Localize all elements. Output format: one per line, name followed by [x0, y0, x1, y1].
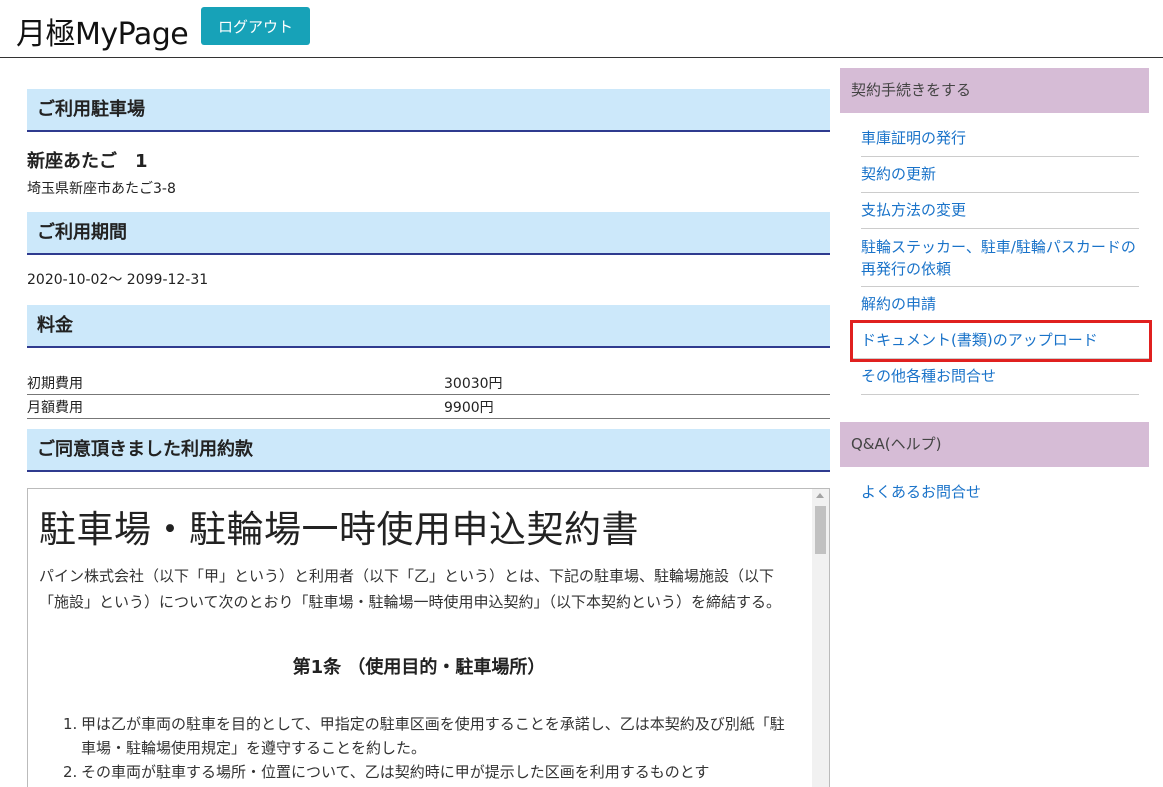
terms-scrollbar[interactable] [812, 488, 829, 787]
logout-button[interactable]: ログアウト [201, 7, 310, 45]
list-item-number: 2. [63, 762, 78, 781]
terms-section-heading: ご同意頂きました利用約款 [27, 428, 830, 472]
main-content: ご利用駐車場 新座あたご 1 埼玉県新座市あたご3-8 ご利用期間 2020-1… [27, 89, 830, 787]
contract-procedures-heading: 契約手続きをする [840, 68, 1149, 113]
terms-title: 駐車場・駐輪場一時使用申込契約書 [39, 507, 639, 551]
link-payment-change[interactable]: 支払方法の変更 [861, 193, 1139, 229]
fee-value: 30030円 [444, 370, 830, 395]
link-garage-certificate[interactable]: 車庫証明の発行 [861, 121, 1139, 157]
parking-section-heading: ご利用駐車場 [27, 89, 830, 132]
table-row: 初期費用 30030円 [27, 370, 830, 395]
terms-content: 駐車場・駐輪場一時使用申込契約書 パイン株式会社（以下「甲」という）と利用者（以… [39, 499, 799, 784]
fee-label: 初期費用 [27, 370, 444, 395]
link-cancellation[interactable]: 解約の申請 [861, 287, 1139, 323]
app-title: 月極MyPage [16, 17, 189, 52]
fee-value: 9900円 [444, 394, 830, 419]
page-header: 月極MyPage ログアウト [0, 0, 1163, 58]
fee-table: 初期費用 30030円 月額費用 9900円 [27, 370, 830, 419]
scroll-up-arrow-icon[interactable] [816, 492, 824, 498]
list-item: 1. 甲は乙が車両の駐車を目的として、甲指定の駐車区画を使用することを承諾し、乙… [63, 712, 799, 760]
fee-section-heading: 料金 [27, 305, 830, 348]
period-value: 2020-10-02〜 2099-12-31 [27, 272, 209, 288]
scrollbar-thumb[interactable] [815, 505, 826, 554]
list-item-number: 1. [63, 714, 78, 733]
table-row: 月額費用 9900円 [27, 394, 830, 419]
link-sticker-reissue[interactable]: 駐輪ステッカー、駐車/駐輪パスカードの再発行の依頼 [861, 229, 1139, 287]
list-item: 2. その車両が駐車する場所・位置について、乙は契約時に甲が提示した区画を利用す… [63, 760, 799, 784]
article-list: 1. 甲は乙が車両の駐車を目的として、甲指定の駐車区画を使用することを承諾し、乙… [39, 712, 799, 784]
qa-help-heading: Q&A(ヘルプ) [840, 422, 1149, 467]
article-title: 第1条 （使用目的・駐車場所） [292, 656, 546, 678]
link-contract-renewal[interactable]: 契約の更新 [861, 157, 1139, 193]
period-section-heading: ご利用期間 [27, 212, 830, 255]
terms-intro: パイン株式会社（以下「甲」という）と利用者（以下「乙」という）とは、下記の駐車場… [39, 566, 782, 611]
parking-address: 埼玉県新座市あたご3-8 [27, 181, 176, 197]
fee-label: 月額費用 [27, 394, 444, 419]
link-document-upload[interactable]: ドキュメント(書類)のアップロード [850, 320, 1152, 362]
parking-name: 新座あたご 1 [27, 151, 148, 172]
link-faq[interactable]: よくあるお問合せ [861, 475, 1139, 510]
contract-links: 車庫証明の発行 契約の更新 支払方法の変更 駐輪ステッカー、駐車/駐輪パスカード… [840, 113, 1152, 403]
help-links: よくあるお問合せ [840, 467, 1149, 518]
list-item-text: その車両が駐車する場所・位置について、乙は契約時に甲が提示した区画を利用するもの… [81, 762, 710, 781]
list-item-text: 甲は乙が車両の駐車を目的として、甲指定の駐車区画を使用することを承諾し、乙は本契… [81, 714, 785, 757]
link-other-inquiries[interactable]: その他各種お問合せ [861, 359, 1139, 395]
terms-scroll-box[interactable]: 駐車場・駐輪場一時使用申込契約書 パイン株式会社（以下「甲」という）と利用者（以… [27, 487, 830, 787]
sidebar: 契約手続きをする 車庫証明の発行 契約の更新 支払方法の変更 駐輪ステッカー、駐… [840, 68, 1152, 518]
